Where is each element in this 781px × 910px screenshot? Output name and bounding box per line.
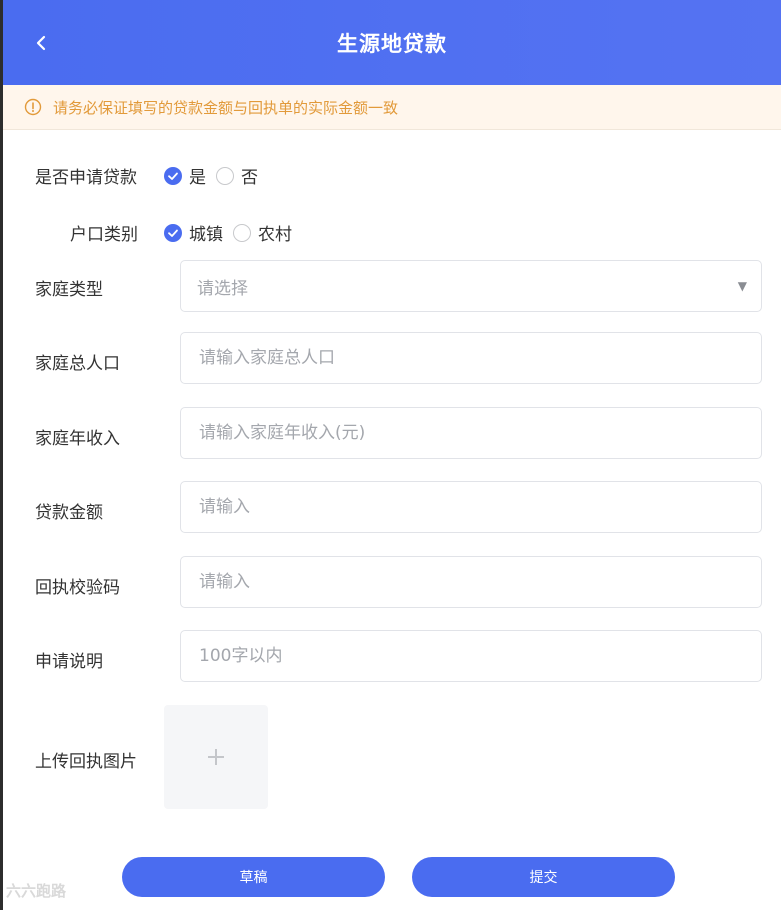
- radio-checked-icon: [164, 223, 182, 242]
- receipt-code-input[interactable]: [197, 571, 721, 593]
- radio-unchecked-icon: [216, 166, 234, 185]
- apply-loan-radio-group: 是 否: [164, 163, 268, 188]
- family-income-label: 家庭年收入: [35, 429, 120, 449]
- family-type-label: 家庭类型: [35, 280, 103, 300]
- family-income-field: [180, 407, 762, 459]
- family-population-field: [180, 332, 762, 384]
- loan-amount-field: [180, 481, 762, 533]
- household-urban-label: 城镇: [189, 225, 223, 245]
- draft-button[interactable]: 草稿: [122, 857, 385, 897]
- description-label: 申请说明: [35, 652, 103, 672]
- family-income-input[interactable]: [197, 422, 721, 444]
- family-type-placeholder: 请选择: [197, 278, 248, 299]
- family-population-input[interactable]: [197, 347, 721, 369]
- household-type-radio-group: 城镇 农村: [164, 220, 302, 245]
- apply-loan-label: 是否申请贷款: [35, 168, 137, 188]
- notice-bar: 请务必保证填写的贷款金额与回执单的实际金额一致: [3, 85, 781, 130]
- upload-label: 上传回执图片: [35, 752, 137, 772]
- apply-loan-no-label: 否: [241, 168, 258, 188]
- household-rural-label: 农村: [258, 225, 292, 245]
- page-title: 生源地贷款: [337, 32, 447, 56]
- description-field: [180, 630, 762, 682]
- info-circle-icon: [24, 98, 42, 116]
- plus-icon: [208, 749, 224, 765]
- description-input[interactable]: [197, 645, 721, 667]
- household-type-label: 户口类别: [70, 225, 138, 245]
- receipt-code-label: 回执校验码: [35, 578, 120, 598]
- upload-receipt-button[interactable]: [164, 705, 268, 809]
- household-rural-radio[interactable]: 农村: [233, 220, 292, 245]
- header-bar: 生源地贷款: [3, 0, 781, 85]
- loan-amount-label: 贷款金额: [35, 503, 103, 523]
- window-edge: [0, 0, 3, 910]
- family-population-label: 家庭总人口: [35, 354, 120, 374]
- household-urban-radio[interactable]: 城镇: [164, 220, 223, 245]
- submit-button[interactable]: 提交: [412, 857, 675, 897]
- receipt-code-field: [180, 556, 762, 608]
- loan-amount-input[interactable]: [197, 496, 721, 518]
- radio-checked-icon: [164, 166, 182, 185]
- apply-loan-yes-label: 是: [189, 168, 206, 188]
- caret-down-icon: ▼: [737, 279, 747, 293]
- apply-loan-yes-radio[interactable]: 是: [164, 163, 206, 188]
- radio-unchecked-icon: [233, 223, 251, 242]
- apply-loan-no-radio[interactable]: 否: [216, 163, 258, 188]
- family-type-select[interactable]: 请选择 ▼: [180, 260, 762, 312]
- notice-text: 请务必保证填写的贷款金额与回执单的实际金额一致: [53, 99, 399, 117]
- watermark: 六六跑路: [6, 882, 67, 900]
